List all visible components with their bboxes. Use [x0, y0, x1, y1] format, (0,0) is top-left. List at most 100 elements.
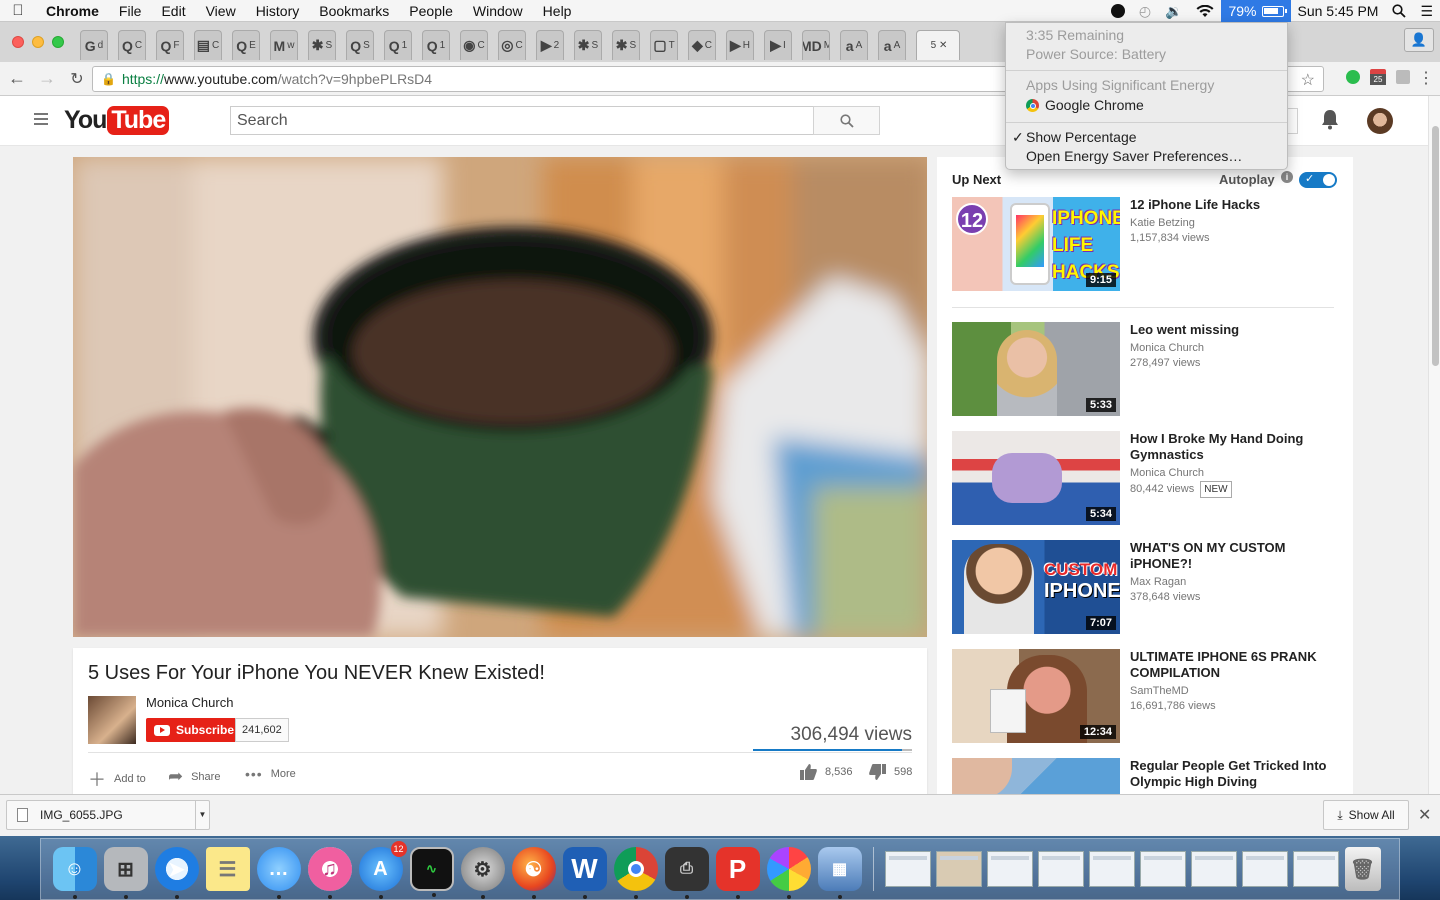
video-title[interactable]: ULTIMATE IPHONE 6S PRANK COMPILATION: [1130, 649, 1335, 681]
video-thumbnail[interactable]: 12 IPHONE LIFE HACKS 9:15: [952, 197, 1120, 291]
close-window-button[interactable]: [12, 36, 24, 48]
browser-tab[interactable]: ◎ C: [498, 30, 526, 60]
browser-tab[interactable]: QS: [346, 30, 374, 60]
show-percentage-item[interactable]: ✓ Show Percentage: [1012, 129, 1137, 146]
menu-file[interactable]: File: [109, 3, 152, 19]
photos-icon[interactable]: [766, 847, 811, 899]
subscribe-button[interactable]: Subscribe: [146, 718, 243, 742]
menu-history[interactable]: History: [246, 3, 310, 19]
page-scrollbar[interactable]: [1428, 96, 1440, 794]
minimized-window[interactable]: [884, 851, 931, 887]
word-icon[interactable]: W: [562, 847, 607, 899]
more-button[interactable]: ••• More: [245, 766, 296, 782]
itunes-icon[interactable]: ♫: [307, 847, 352, 899]
up-next-video[interactable]: 5:33 Leo went missing Monica Church 278,…: [952, 322, 1342, 416]
guide-menu-icon[interactable]: [34, 113, 48, 125]
app-store-icon[interactable]: A 12: [358, 841, 407, 899]
video-title[interactable]: Leo went missing: [1130, 322, 1335, 338]
up-next-video[interactable]: 12:34 ULTIMATE IPHONE 6S PRANK COMPILATI…: [952, 649, 1342, 743]
youtube-logo[interactable]: You Tube: [64, 106, 170, 135]
menu-window[interactable]: Window: [463, 3, 533, 19]
energy-saver-preferences-item[interactable]: Open Energy Saver Preferences…: [1026, 148, 1242, 164]
browser-tab[interactable]: ▶ I: [764, 30, 792, 60]
messages-icon[interactable]: …: [256, 847, 301, 899]
video-title[interactable]: 12 iPhone Life Hacks: [1130, 197, 1335, 213]
download-options-chevron-icon[interactable]: ▼: [195, 801, 209, 829]
browser-tab[interactable]: ▢ T: [650, 30, 678, 60]
green-extension-icon[interactable]: [1346, 70, 1360, 84]
minimized-window[interactable]: [986, 851, 1033, 887]
minimized-window[interactable]: [1292, 851, 1339, 887]
back-button[interactable]: ←: [4, 68, 30, 89]
notification-center-icon[interactable]: ☰: [1413, 3, 1440, 20]
profile-switcher-icon[interactable]: 👤: [1404, 28, 1434, 52]
notes-icon[interactable]: ☰: [205, 847, 250, 891]
menu-edit[interactable]: Edit: [151, 3, 195, 19]
reload-button[interactable]: ↻: [64, 69, 90, 89]
browser-tab[interactable]: ▤ C: [194, 30, 222, 60]
video-title[interactable]: WHAT'S ON MY CUSTOM iPHONE?!: [1130, 540, 1335, 572]
minimized-window[interactable]: [1139, 851, 1186, 887]
browser-tab[interactable]: QF: [156, 30, 184, 60]
video-thumbnail[interactable]: 12:34: [952, 649, 1120, 743]
preview-icon[interactable]: ▦: [817, 847, 862, 899]
up-next-video[interactable]: 12 IPHONE LIFE HACKS 9:15 12 iPhone Life…: [952, 197, 1342, 291]
browser-tab[interactable]: 5 ✕: [916, 30, 960, 60]
spotlight-search-icon[interactable]: [1385, 4, 1413, 18]
energy-app-chrome[interactable]: Google Chrome: [1026, 97, 1144, 113]
system-preferences-icon[interactable]: ⚙: [460, 847, 505, 899]
browser-tab[interactable]: ◆ C: [688, 30, 716, 60]
minimized-window[interactable]: [1037, 851, 1084, 887]
minimized-window[interactable]: [1190, 851, 1237, 887]
puzzle-extension-icon[interactable]: [1396, 70, 1410, 84]
apple-menu-icon[interactable]: : [0, 2, 36, 19]
video-thumbnail[interactable]: 5:34: [952, 431, 1120, 525]
add-to-button[interactable]: ＋ Add to: [88, 766, 146, 792]
minimized-window[interactable]: [1241, 851, 1288, 887]
minimized-window[interactable]: [1088, 851, 1135, 887]
browser-tab[interactable]: QE: [232, 30, 260, 60]
menu-help[interactable]: Help: [533, 3, 582, 19]
notifications-bell-icon[interactable]: [1320, 108, 1340, 135]
browser-tab[interactable]: Q1: [384, 30, 412, 60]
browser-tab[interactable]: MDM: [802, 30, 830, 60]
menu-view[interactable]: View: [196, 3, 246, 19]
browser-tab[interactable]: Gd: [80, 30, 108, 60]
browser-tab[interactable]: aA: [878, 30, 906, 60]
browser-tab[interactable]: ▶ H: [726, 30, 754, 60]
volume-icon[interactable]: 🔉: [1158, 3, 1189, 20]
video-thumbnail[interactable]: [952, 758, 1120, 794]
menu-app-name[interactable]: Chrome: [36, 3, 109, 19]
time-machine-icon[interactable]: ◴: [1132, 3, 1158, 20]
battery-status-menu[interactable]: 79%: [1221, 0, 1291, 22]
safari-icon[interactable]: ➤: [154, 847, 199, 899]
up-next-video[interactable]: 5:34 How I Broke My Hand Doing Gymnastic…: [952, 431, 1342, 525]
activity-monitor-icon[interactable]: ∿: [409, 847, 454, 897]
video-thumbnail[interactable]: CUSTOM IPHONE 7:07: [952, 540, 1120, 634]
share-button[interactable]: ➦ Share: [168, 766, 220, 787]
video-title[interactable]: How I Broke My Hand Doing Gymnastics: [1130, 431, 1335, 463]
finder-icon[interactable]: ☺: [52, 847, 97, 899]
video-thumbnail[interactable]: 5:33: [952, 322, 1120, 416]
download-item[interactable]: IMG_6055.JPG ▼: [6, 800, 210, 830]
search-button[interactable]: [813, 106, 880, 135]
bookmark-star-icon[interactable]: ☆: [1301, 70, 1315, 90]
like-button[interactable]: 8,536: [800, 764, 853, 780]
status-circle-icon[interactable]: [1104, 4, 1132, 18]
up-next-video[interactable]: Regular People Get Tricked Into Olympic …: [952, 758, 1342, 794]
minimized-window[interactable]: [935, 851, 982, 887]
browser-tab[interactable]: Q1: [422, 30, 450, 60]
browser-tab[interactable]: QC: [118, 30, 146, 60]
account-avatar[interactable]: [1367, 108, 1393, 134]
calendar-extension-icon[interactable]: 25: [1370, 69, 1386, 85]
menu-people[interactable]: People: [399, 3, 463, 19]
up-next-video[interactable]: CUSTOM IPHONE 7:07 WHAT'S ON MY CUSTOM i…: [952, 540, 1342, 634]
trash-icon[interactable]: 🗑: [1344, 847, 1381, 891]
browser-tab[interactable]: ✱ S: [308, 30, 336, 60]
secure-lock-icon[interactable]: 🔒: [101, 72, 116, 86]
chrome-dock-icon[interactable]: [613, 847, 658, 899]
printer-icon[interactable]: ⎙: [664, 847, 709, 899]
autoplay-info-icon[interactable]: i: [1281, 171, 1293, 183]
calculator-icon[interactable]: ⊞: [103, 847, 148, 899]
forward-button[interactable]: →: [34, 68, 60, 89]
